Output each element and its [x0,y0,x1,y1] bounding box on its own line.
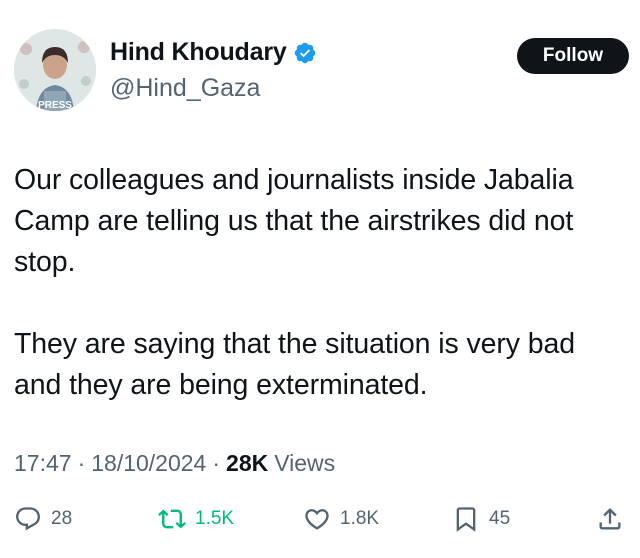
retweet-icon [158,509,186,529]
avatar[interactable]: PRESS [14,29,96,111]
avatar-press-label: PRESS [38,100,72,111]
tweet-paragraph: Our colleagues and journalists inside Ja… [14,164,574,278]
retweet-button[interactable]: 1.5K [158,505,234,533]
meta-separator: · [77,450,86,476]
tweet-actions: 28 1.5K 1.8K 45 [0,505,640,541]
like-button[interactable]: 1.8K [303,505,379,533]
reply-button[interactable]: 28 [14,505,72,533]
retweet-count: 1.5K [195,508,235,529]
meta-separator: · [212,450,221,476]
author-display-name[interactable]: Hind Khoudary [110,38,287,67]
reply-count: 28 [51,508,73,529]
share-icon [599,508,621,530]
tweet-meta: 17:47 · 18/10/2024 · 28K Views [14,450,335,477]
follow-button[interactable]: Follow [517,38,629,74]
bookmark-icon [456,507,476,532]
tweet-time[interactable]: 17:47 [14,450,72,477]
bookmark-button[interactable]: 45 [452,505,510,533]
tweet-paragraph: They are saying that the situation is ve… [14,328,575,401]
share-button[interactable] [596,505,624,533]
like-count: 1.8K [340,508,380,529]
verified-badge-icon [293,41,317,65]
bookmark-count: 45 [489,508,511,529]
author-name-row: Hind Khoudary [110,38,317,67]
tweet-date[interactable]: 18/10/2024 [91,450,206,477]
reply-icon [16,507,40,531]
author-handle[interactable]: @Hind_Gaza [110,74,260,103]
tweet-text: Our colleagues and journalists inside Ja… [14,160,626,406]
views-count[interactable]: 28K [226,450,268,477]
views-label: Views [274,450,336,476]
like-icon [305,509,329,530]
